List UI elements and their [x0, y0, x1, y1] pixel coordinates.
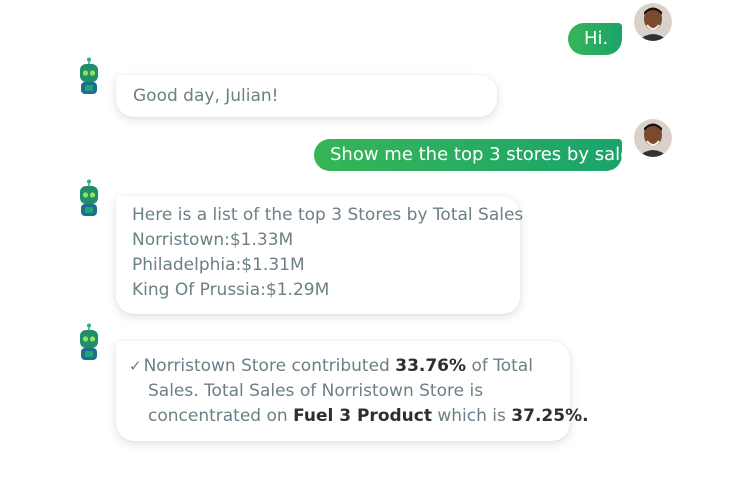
insight-product-pct: 37.25%. [511, 406, 589, 426]
list-item: Norristown:$1.33M [132, 230, 294, 250]
robot-icon [78, 323, 100, 361]
check-icon: ✓ [129, 357, 142, 375]
insight-text: Norristown Store contributed [143, 356, 396, 376]
user-avatar [634, 119, 672, 157]
user-avatar-icon [634, 3, 672, 41]
insight-text: which is [431, 406, 512, 426]
list-item: Philadelphia:$1.31M [132, 255, 305, 275]
insight-text: concentrated on [148, 406, 294, 426]
user-avatar-icon [634, 119, 672, 157]
insight-line-2: Sales. Total Sales of Norristown Store i… [129, 379, 570, 404]
list-item: King Of Prussia:$1.29M [132, 280, 330, 300]
insight-text: Sales. Total Sales of Norristown Store i… [148, 381, 484, 401]
user-query-text: Show me the top 3 stores by sales [330, 144, 641, 165]
bot-message-insight: ✓ Norristown Store contributed 33.76% of … [116, 341, 589, 441]
user-message-greeting: Hi. [568, 23, 622, 55]
insight-contribution-pct: 33.76% [395, 356, 467, 376]
bot-greeting-text: Good day, Julian! [133, 86, 279, 106]
user-message-query: Show me the top 3 stores by sales [314, 139, 641, 171]
robot-icon [78, 179, 100, 217]
user-message-text: Hi. [584, 28, 609, 49]
bot-message-greeting: Good day, Julian! [116, 75, 497, 117]
robot-icon [78, 57, 100, 95]
user-avatar [634, 3, 672, 41]
insight-line-3: concentrated on Fuel 3 Product which is … [129, 404, 589, 429]
list-intro-text: Here is a list of the top 3 Stores by To… [132, 205, 524, 225]
insight-text: of Total [466, 356, 533, 376]
insight-line-1: ✓ Norristown Store contributed 33.76% of … [129, 354, 570, 379]
insight-product: Fuel 3 Product [293, 406, 432, 426]
bot-message-store-list: Here is a list of the top 3 Stores by To… [116, 196, 524, 314]
